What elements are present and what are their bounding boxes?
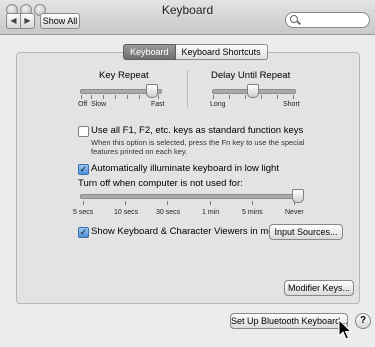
tick-mark xyxy=(158,95,159,99)
turn-off-tick-5secs: 5 secs xyxy=(73,209,94,216)
fn-keys-label: Use all F1, F2, etc. keys as standard fu… xyxy=(91,125,304,136)
tick-mark xyxy=(127,95,128,99)
fn-keys-description-line1: When this option is selected, press the … xyxy=(91,138,305,147)
turn-off-tick-30secs: 30 secs xyxy=(156,209,181,216)
fn-keys-checkbox[interactable] xyxy=(78,126,89,137)
delay-until-repeat-slider-thumb[interactable] xyxy=(247,84,259,98)
key-repeat-title: Key Repeat xyxy=(99,70,149,81)
tick-mark xyxy=(167,201,168,205)
tick-mark xyxy=(139,95,140,99)
delay-tick-short: Short xyxy=(283,101,300,108)
turn-off-tick-10secs: 10 secs xyxy=(114,209,139,216)
title-bar: Keyboard ◀ ▶ Show All xyxy=(0,0,375,35)
key-repeat-tick-off: Off xyxy=(78,101,88,108)
tick-mark xyxy=(210,201,211,205)
bluetooth-setup-button[interactable]: Set Up Bluetooth Keyboard... xyxy=(230,313,348,329)
back-arrow-icon[interactable]: ◀ xyxy=(7,14,21,28)
tick-mark xyxy=(229,95,230,99)
search-input[interactable] xyxy=(300,13,364,27)
tick-mark xyxy=(81,95,82,99)
delay-until-repeat-title: Delay Until Repeat xyxy=(211,70,291,81)
tick-mark xyxy=(252,201,253,205)
tick-mark xyxy=(213,95,214,99)
illuminate-checkbox[interactable]: ✓ xyxy=(78,164,89,175)
turn-off-title: Turn off when computer is not used for: xyxy=(78,178,243,189)
help-button[interactable]: ? xyxy=(355,313,371,329)
show-all-button[interactable]: Show All xyxy=(40,13,80,29)
input-sources-button[interactable]: Input Sources... xyxy=(269,224,343,240)
forward-arrow-icon[interactable]: ▶ xyxy=(21,14,34,28)
turn-off-track xyxy=(80,194,300,199)
tick-mark xyxy=(293,95,294,99)
key-repeat-tick-slow: Slow xyxy=(91,101,107,108)
tick-mark xyxy=(261,95,262,99)
turn-off-tick-never: Never xyxy=(285,209,304,216)
search-field[interactable] xyxy=(285,12,370,28)
key-repeat-slider-thumb[interactable] xyxy=(146,84,158,98)
tick-mark xyxy=(115,95,116,99)
tick-mark xyxy=(245,95,246,99)
key-repeat-tick-fast: Fast xyxy=(151,101,165,108)
tick-mark xyxy=(125,201,126,205)
section-divider xyxy=(187,70,188,108)
search-icon xyxy=(290,15,298,23)
turn-off-slider-thumb[interactable] xyxy=(292,189,304,203)
delay-tick-long: Long xyxy=(210,101,226,108)
back-forward-control: ◀ ▶ xyxy=(6,13,35,29)
fn-keys-description-line2: features printed on each key. xyxy=(91,147,188,156)
tick-mark xyxy=(277,95,278,99)
tick-mark xyxy=(91,95,92,99)
tick-mark xyxy=(103,95,104,99)
viewers-checkbox[interactable]: ✓ xyxy=(78,227,89,238)
turn-off-tick-5mins: 5 mins xyxy=(242,209,263,216)
mouse-pointer-icon xyxy=(338,319,352,340)
illuminate-label: Automatically illuminate keyboard in low… xyxy=(91,163,279,174)
turn-off-tick-1min: 1 min xyxy=(202,209,220,216)
tab-keyboard[interactable]: Keyboard xyxy=(123,44,176,60)
tick-mark xyxy=(83,201,84,205)
tab-bar: Keyboard Keyboard Shortcuts xyxy=(123,44,268,60)
modifier-keys-button[interactable]: Modifier Keys... xyxy=(284,280,354,296)
tab-keyboard-shortcuts[interactable]: Keyboard Shortcuts xyxy=(175,44,268,60)
